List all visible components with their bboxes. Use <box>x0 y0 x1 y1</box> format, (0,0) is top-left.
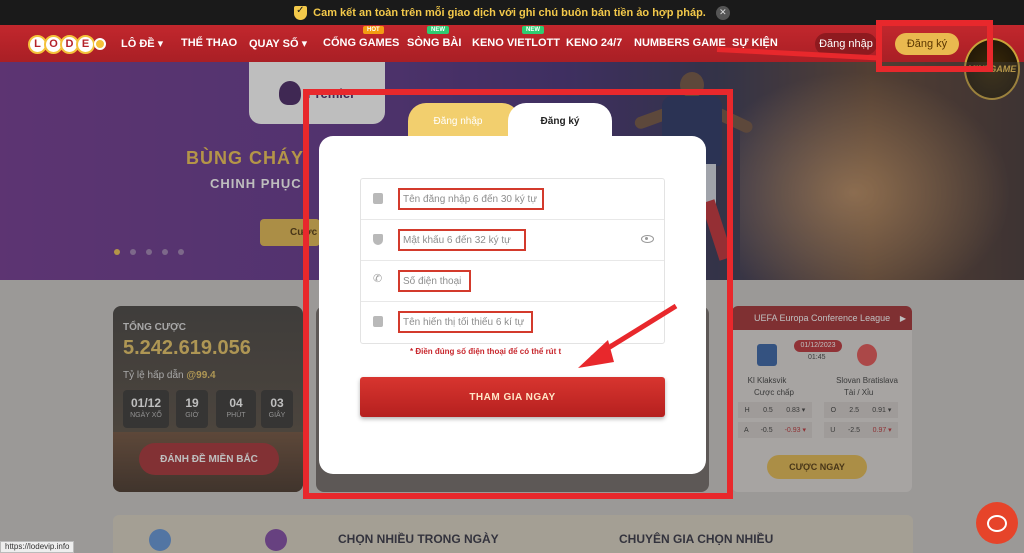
new-badge: NEW <box>427 26 449 34</box>
logo-letter: E <box>76 34 95 54</box>
shield-check-icon <box>294 5 308 20</box>
nav-item-song-bai[interactable]: NEW SÒNG BÀI <box>407 26 462 49</box>
nav-item-keno-vietlott[interactable]: NEW KENO VIETLOTT <box>472 26 560 49</box>
hot-badge: HOT <box>363 26 384 34</box>
status-url: https://lodevip.info <box>0 541 75 553</box>
notice-bar: Cam kết an toàn trên mỗi giao dịch với g… <box>0 0 1024 25</box>
nav-item-the-thao[interactable]: THỂ THAO <box>181 37 237 49</box>
nav-item-lo-de[interactable]: LÔ ĐỀ ▾ <box>121 37 163 50</box>
site-logo[interactable]: L O D E <box>28 31 106 57</box>
live-chat-button[interactable] <box>976 502 1018 544</box>
arrow-to-submit <box>578 303 678 368</box>
nav-item-quay-so[interactable]: QUAY SỐ ▾ <box>249 37 307 50</box>
close-icon[interactable]: ✕ <box>715 5 730 20</box>
new-badge: NEW <box>522 26 544 34</box>
logo-dot-icon <box>94 38 106 50</box>
nav-item-cong-games[interactable]: HOT CỔNG GAMES <box>323 26 400 49</box>
chat-bubble-icon <box>987 514 1007 532</box>
nav-item-numbers-game[interactable]: NUMBERS GAME <box>634 37 726 49</box>
nav-item-label: CỔNG GAMES <box>323 37 400 49</box>
nav-item-keno-247[interactable]: KENO 24/7 <box>566 37 622 49</box>
modal-highlight-box <box>303 89 733 499</box>
notice-text: Cam kết an toàn trên mỗi giao dịch với g… <box>313 6 706 19</box>
nav-item-label: KENO VIETLOTT <box>472 37 560 49</box>
register-highlight-box <box>876 20 993 72</box>
nav-item-label: SÒNG BÀI <box>407 37 462 49</box>
